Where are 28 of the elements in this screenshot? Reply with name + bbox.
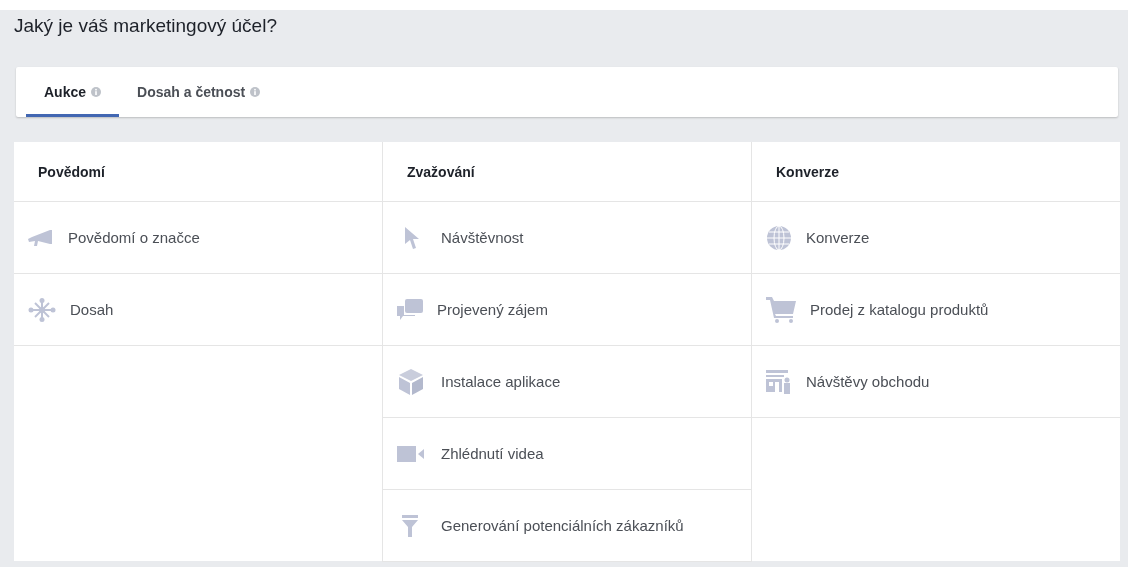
objective-option[interactable]: Konverze (752, 202, 1120, 274)
objective-option[interactable]: Povědomí o značce (14, 202, 382, 274)
network-icon (28, 297, 56, 322)
objective-option[interactable]: Dosah (14, 274, 382, 346)
globe-icon (766, 224, 792, 251)
objective-option[interactable]: Návštěvy obchodu (752, 346, 1120, 418)
cursor-icon (403, 226, 421, 249)
video-camera-icon (397, 445, 424, 462)
objective-option[interactable]: Návštěvnost (383, 202, 751, 274)
objective-option[interactable]: Prodej z katalogu produktů (752, 274, 1120, 346)
cart-icon (766, 296, 796, 323)
info-icon (250, 87, 261, 97)
info-icon (91, 87, 102, 97)
chat-bubbles-icon (397, 298, 423, 321)
objective-option[interactable]: Zhlédnutí videa (383, 418, 751, 490)
column-heading: Povědomí (38, 163, 105, 180)
tab[interactable]: Aukce (26, 67, 120, 117)
objective-option[interactable]: Projevený zájem (383, 274, 751, 346)
funnel-icon (400, 514, 420, 537)
store-person-icon (766, 369, 792, 394)
megaphone-icon (28, 227, 54, 248)
page-title: Jaký je váš marketingový účel? (14, 15, 278, 38)
column-heading: Zvažování (407, 163, 475, 180)
column-heading: Konverze (776, 163, 840, 180)
tab[interactable]: Dosah a četnost (119, 67, 279, 117)
objective-option[interactable]: Instalace aplikace (383, 346, 751, 418)
objective-option[interactable]: Generování potenciálních zákazníků (383, 490, 751, 562)
cube-icon (399, 368, 423, 395)
